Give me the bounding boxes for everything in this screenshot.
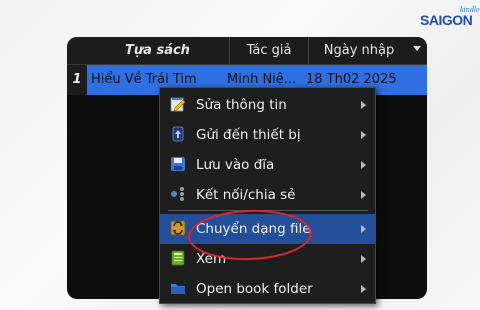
send-device-icon (172, 126, 184, 142)
table-header: Tựa sách Tác giả Ngày nhập (67, 37, 427, 65)
submenu-arrow-icon (361, 285, 366, 293)
menu-item-send-to-device[interactable]: Gửi đến thiết bị (160, 120, 375, 150)
menu-item-edit-metadata[interactable]: Sửa thông tin (160, 90, 375, 120)
edit-icon (170, 97, 186, 112)
menu-item-label: Gửi đến thiết bị (196, 127, 301, 143)
menu-item-label: Sửa thông tin (196, 97, 287, 113)
submenu-arrow-icon (361, 131, 366, 139)
menu-item-open-book-folder[interactable]: Open book folder (160, 274, 375, 304)
column-menu-dropdown-icon[interactable] (413, 46, 421, 51)
brand-logo-text: SAIGON (420, 12, 473, 28)
folder-icon (171, 284, 185, 294)
column-header-title[interactable]: Tựa sách (87, 37, 228, 64)
save-disk-icon (171, 157, 185, 171)
share-icon (171, 187, 184, 201)
menu-item-connect-share[interactable]: Kết nối/chia sẻ (160, 180, 375, 210)
menu-item-label: Kết nối/chia sẻ (196, 187, 296, 203)
menu-item-label: Open book folder (196, 281, 313, 297)
submenu-arrow-icon (361, 255, 366, 263)
menu-item-save-to-disk[interactable]: Lưu vào đĩa (160, 150, 375, 180)
submenu-arrow-icon (361, 225, 366, 233)
context-menu: Sửa thông tin Gửi đến thiết bị Lưu vào đ… (159, 87, 376, 304)
row-number: 1 (67, 65, 87, 95)
brand-logo-subtext: kindle (460, 5, 480, 14)
convert-icon (170, 220, 186, 236)
menu-item-label: Lưu vào đĩa (196, 157, 275, 173)
submenu-arrow-icon (361, 191, 366, 199)
submenu-arrow-icon (361, 161, 366, 169)
view-book-icon (171, 250, 185, 266)
column-header-date[interactable]: Ngày nhập (308, 37, 409, 64)
brand-logo: SAIGON kindle (420, 5, 480, 30)
submenu-arrow-icon (361, 101, 366, 109)
column-header-author[interactable]: Tác giả (229, 37, 308, 64)
